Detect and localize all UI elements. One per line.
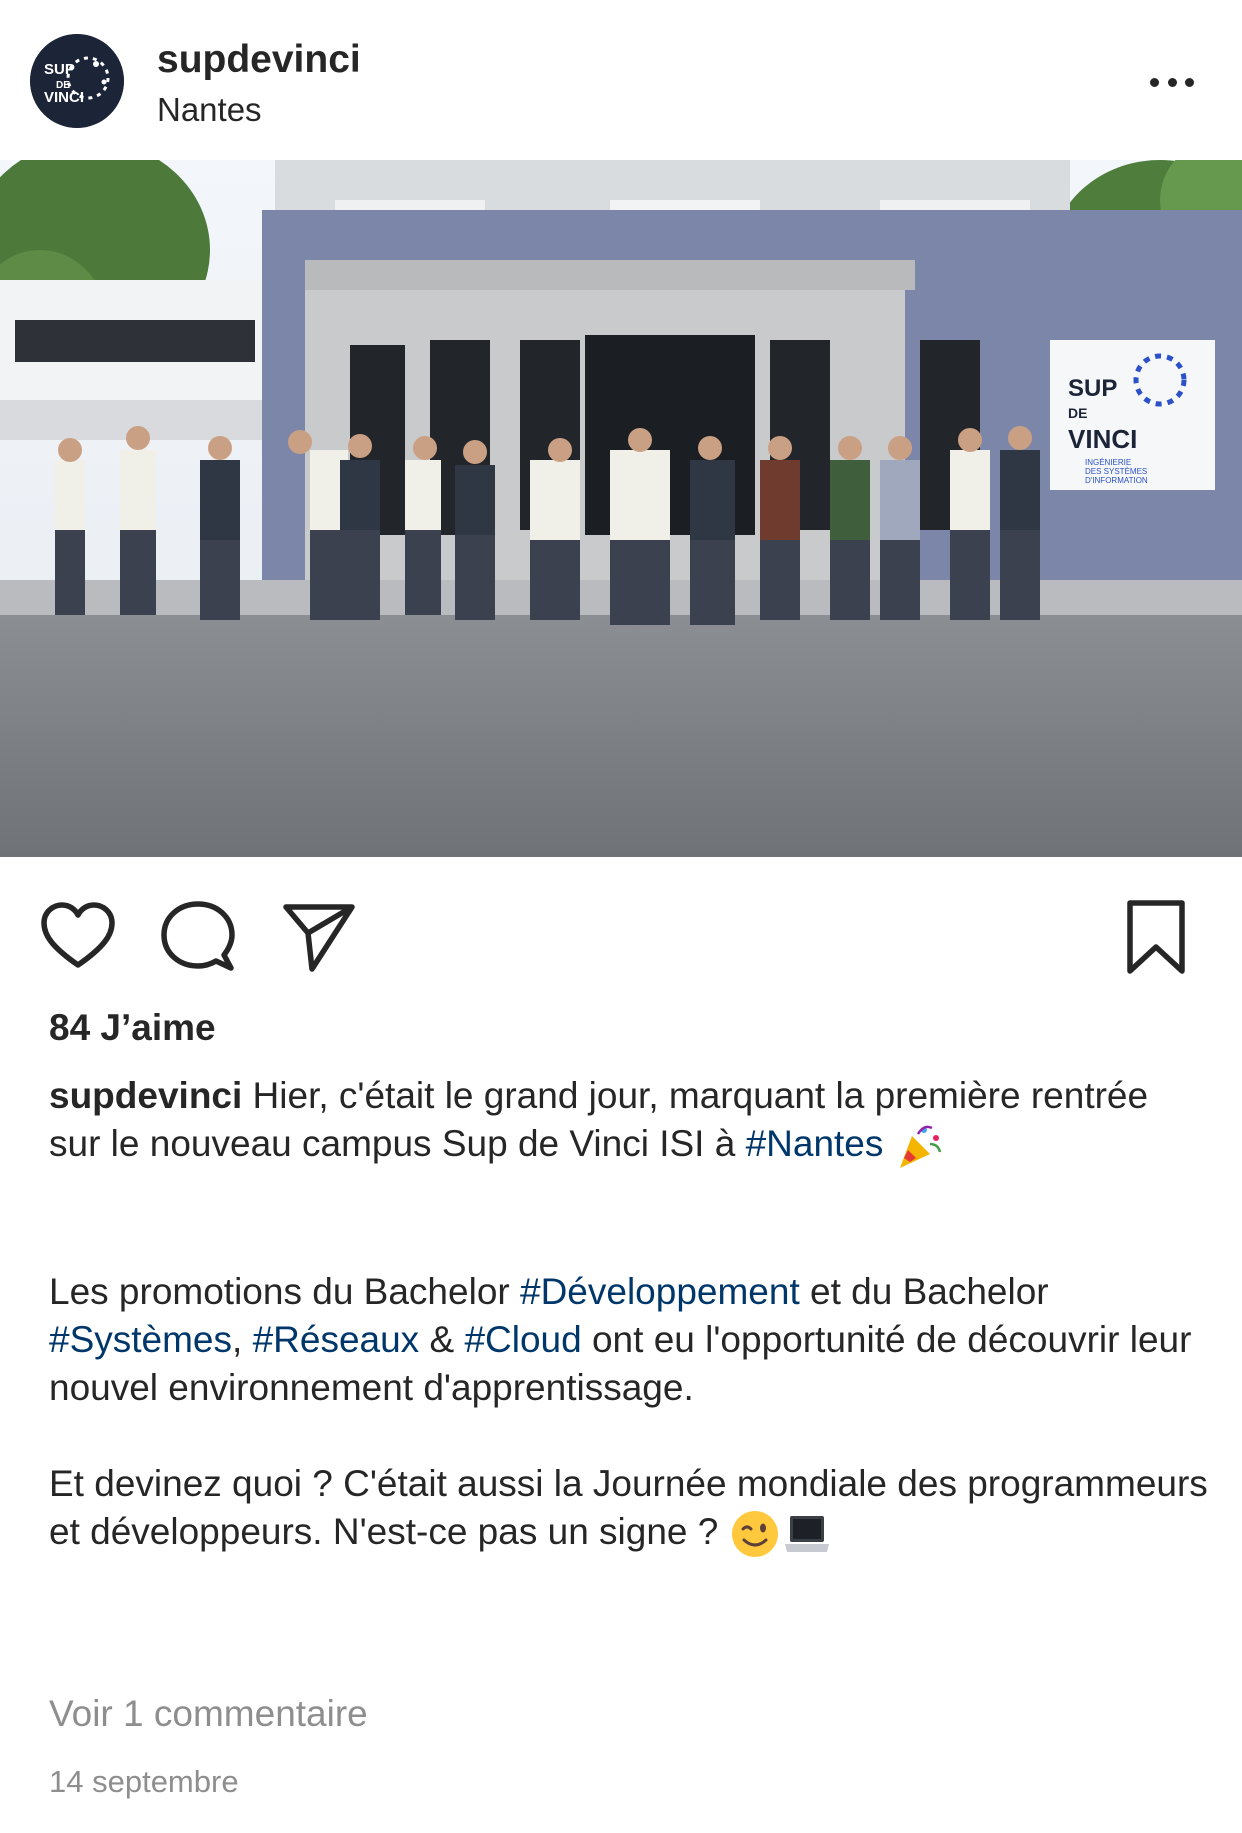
caption-username[interactable]: supdevinci [49,1075,242,1116]
avatar[interactable]: SUP DE VINCI [30,34,124,128]
laptop-icon [781,1508,833,1560]
post-caption: supdevinci Hier, c'était le grand jour, … [49,1072,1209,1560]
post-photo[interactable]: SUP DE VINCI INGÉNIERIE DES SYSTÈMES D'I… [0,160,1242,857]
comment-button[interactable] [158,897,238,977]
send-icon [283,904,355,972]
post-location[interactable]: Nantes [157,90,262,130]
svg-text:D'INFORMATION: D'INFORMATION [1085,476,1148,485]
post-date: 14 septembre [49,1764,239,1799]
caption-paragraph-2: Les promotions du Bachelor #Développemen… [49,1271,1192,1409]
hashtag-cloud[interactable]: #Cloud [464,1319,581,1360]
winking-face-icon [729,1508,781,1560]
likes-count[interactable]: 84 J’aime [49,1006,216,1050]
like-button[interactable] [38,897,118,977]
svg-text:SUP: SUP [1068,375,1117,402]
view-comments-link[interactable]: Voir 1 commentaire [49,1690,368,1738]
svg-text:INGÉNIERIE: INGÉNIERIE [1085,458,1131,467]
heart-icon [41,902,115,968]
party-popper-icon [894,1120,946,1172]
hashtag-nantes[interactable]: #Nantes [746,1123,884,1164]
more-options-button[interactable] [1144,64,1200,100]
more-icon [1150,77,1159,87]
hashtag-systemes[interactable]: #Systèmes [49,1319,232,1360]
svg-text:DE: DE [1068,405,1087,421]
svg-text:VINCI: VINCI [1068,424,1137,454]
svg-text:VINCI: VINCI [44,89,84,106]
svg-text:DES SYSTÈMES: DES SYSTÈMES [1085,467,1147,476]
caption-paragraph-1: supdevinci Hier, c'était le grand jour, … [49,1072,1209,1172]
sup-de-vinci-logo: SUP DE VINCI [30,34,124,128]
post-username[interactable]: supdevinci [157,36,361,84]
hashtag-reseaux[interactable]: #Réseaux [253,1319,420,1360]
bookmark-icon [1127,900,1185,974]
share-button[interactable] [278,897,358,977]
hashtag-developpement[interactable]: #Développement [520,1271,800,1312]
campus-group-photo: SUP DE VINCI INGÉNIERIE DES SYSTÈMES D'I… [0,160,1242,857]
post-header: SUP DE VINCI supdevinci Nantes [0,0,1242,160]
post-actions-bar [0,857,1242,1007]
comment-icon [161,901,235,971]
caption-paragraph-3: Et devinez quoi ? C'était aussi la Journ… [49,1460,1209,1560]
svg-text:SUP: SUP [44,61,75,78]
save-button[interactable] [1116,897,1196,977]
